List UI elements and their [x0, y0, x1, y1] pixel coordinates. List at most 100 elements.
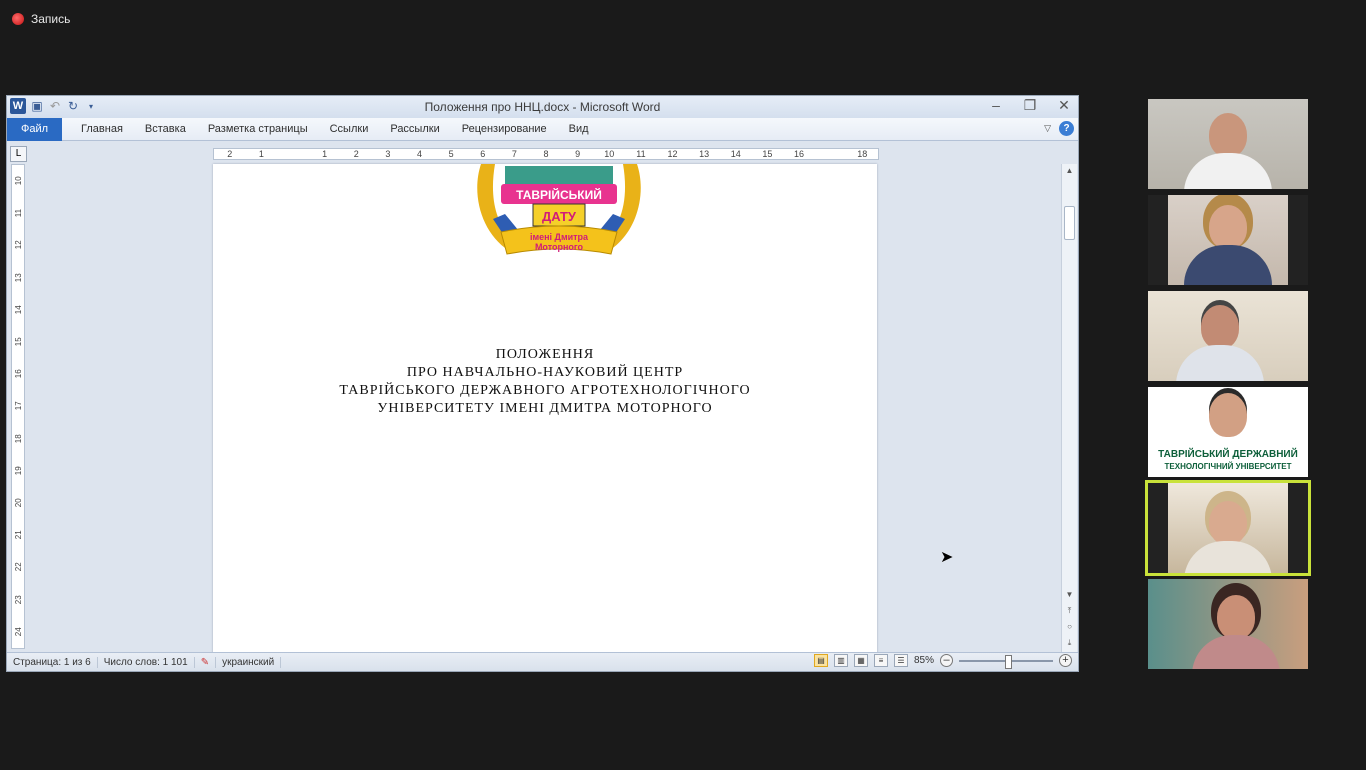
tab-references[interactable]: Ссылки: [319, 123, 380, 135]
record-icon: [12, 13, 24, 25]
participant-body: [1184, 153, 1272, 189]
participant-body: [1184, 541, 1272, 573]
ruler-mark: 24: [13, 627, 23, 637]
next-page-icon[interactable]: ⤓: [1062, 636, 1077, 650]
status-bar: Страница: 1 из 6 Число слов: 1 101 ✎ укр…: [7, 652, 1078, 671]
tab-home[interactable]: Главная: [70, 123, 134, 135]
participant-body: [1184, 245, 1272, 285]
participant-face: [1217, 595, 1255, 639]
tab-view[interactable]: Вид: [558, 123, 600, 135]
tab-page-layout[interactable]: Разметка страницы: [197, 123, 319, 135]
ruler-mark: 1: [322, 149, 328, 159]
recording-indicator: Запись: [12, 12, 70, 26]
ribbon-tabs: Файл Главная Вставка Разметка страницы С…: [7, 117, 1078, 141]
title-line-4: УНІВЕРСИТЕТУ ІМЕНІ ДМИТРА МОТОРНОГО: [377, 401, 713, 416]
ruler-mark: 15: [13, 337, 23, 347]
logo-line1: ТАВРІЙСЬКИЙ: [516, 187, 602, 202]
participant-face: [1209, 393, 1247, 437]
participant-video-3[interactable]: [1148, 291, 1308, 381]
participant-body: [1176, 345, 1264, 381]
prev-page-icon[interactable]: ⤒: [1062, 604, 1077, 618]
outline-icon[interactable]: ≡: [873, 654, 888, 667]
zoom-out-icon[interactable]: –: [940, 654, 953, 667]
zoom-in-icon[interactable]: +: [1059, 654, 1072, 667]
zoom-slider[interactable]: [959, 654, 1053, 669]
tab-file[interactable]: Файл: [7, 117, 63, 141]
participant-video-6[interactable]: [1148, 579, 1308, 669]
ruler-mark: 16: [13, 369, 23, 379]
ruler-mark: 11: [13, 209, 23, 218]
banner-line-2: ТЕХНОЛОГІЧНИЙ УНІВЕРСИТЕТ: [1164, 462, 1292, 471]
horizontal-ruler[interactable]: 2 1 1 2 3 4 5 6 7 8 9 10 11 12 13 14 15 16 18: [213, 148, 879, 160]
scroll-thumb[interactable]: [1064, 206, 1075, 240]
tab-review[interactable]: Рецензирование: [451, 123, 558, 135]
browse-object-icon[interactable]: ○: [1062, 620, 1077, 634]
participant-video-4[interactable]: ТАВРІЙСЬКИЙ ДЕРЖАВНИЙ ТЕХНОЛОГІЧНИЙ УНІВ…: [1148, 387, 1308, 477]
document-page[interactable]: ТАВРІЙСЬКИЙ ДАТУ імені Дмитра Моторного …: [213, 164, 877, 654]
status-word-count[interactable]: Число слов: 1 101: [98, 656, 195, 668]
scroll-down-icon[interactable]: ▼: [1062, 588, 1077, 602]
title-line-3: ТАВРІЙСЬКОГО ДЕРЖАВНОГО АГРОТЕХНОЛОГІЧНО…: [339, 383, 751, 398]
participant-face: [1209, 205, 1247, 249]
participant-body: [1192, 635, 1280, 669]
vertical-ruler[interactable]: 10 11 12 13 14 15 16 17 18 19 20 21 22 23 24: [11, 164, 25, 649]
minimize-icon[interactable]: –: [986, 97, 1006, 114]
title-line-2: ПРО НАВЧАЛЬНО-НАУКОВИЙ ЦЕНТР: [406, 365, 684, 380]
recording-label: Запись: [31, 12, 71, 26]
ruler-mark: 14: [13, 305, 23, 315]
full-screen-reading-icon[interactable]: ▥: [833, 654, 848, 667]
proofing-icon[interactable]: ✎: [195, 656, 217, 668]
help-icon[interactable]: ?: [1059, 121, 1074, 136]
mouse-cursor-icon: ➤: [940, 549, 954, 566]
ruler-mark: 15: [762, 149, 773, 159]
window-controls: – ❐ ✕: [986, 97, 1074, 114]
scroll-up-icon[interactable]: ▲: [1062, 164, 1077, 178]
ruler-mark: 19: [13, 466, 23, 476]
ruler-mark: 16: [794, 149, 805, 159]
draft-icon[interactable]: ☰: [893, 654, 908, 667]
ruler-mark: 10: [13, 176, 23, 186]
ruler-mark: 10: [604, 149, 615, 159]
ruler-mark: 2: [353, 149, 359, 159]
ruler-mark: 2: [227, 149, 233, 159]
participant-video-2[interactable]: [1148, 195, 1308, 285]
participant-face: [1209, 501, 1247, 545]
status-language[interactable]: украинский: [216, 656, 282, 668]
window-title: Положення про ННЦ.docx - Microsoft Word: [424, 100, 661, 114]
title-bar: W ▣ ↶ ↻ ▾ Положення про ННЦ.docx - Micro…: [7, 96, 1078, 118]
tab-insert[interactable]: Вставка: [134, 123, 197, 135]
tab-selector[interactable]: L: [10, 146, 27, 162]
ruler-mark: 13: [13, 273, 23, 283]
tab-mailings[interactable]: Рассылки: [379, 123, 450, 135]
ruler-mark: 3: [385, 149, 391, 159]
expand-ribbon-icon[interactable]: ▽: [1044, 123, 1051, 134]
ruler-mark: 23: [13, 595, 23, 605]
zoom-level[interactable]: 85%: [914, 655, 934, 666]
ruler-mark: 6: [480, 149, 486, 159]
ruler-mark: 12: [13, 241, 23, 250]
word-window: W ▣ ↶ ↻ ▾ Положення про ННЦ.docx - Micro…: [6, 95, 1079, 672]
ruler-mark: 20: [13, 498, 23, 508]
ruler-mark: 17: [13, 402, 23, 411]
ruler-mark: 8: [543, 149, 549, 159]
web-layout-icon[interactable]: ▦: [853, 654, 868, 667]
close-icon[interactable]: ✕: [1054, 97, 1074, 114]
university-logo: ТАВРІЙСЬКИЙ ДАТУ імені Дмитра Моторного: [477, 164, 641, 255]
ruler-mark: 9: [575, 149, 581, 159]
ruler-mark: 7: [511, 149, 517, 159]
status-page[interactable]: Страница: 1 из 6: [7, 656, 98, 668]
participant-video-1[interactable]: [1148, 99, 1308, 189]
restore-icon[interactable]: ❐: [1020, 97, 1040, 114]
logo-line2: ДАТУ: [542, 209, 577, 224]
ruler-mark: 21: [13, 530, 23, 540]
ruler-mark: 5: [448, 149, 454, 159]
print-layout-icon[interactable]: ▤: [813, 654, 828, 667]
logo-line3: імені Дмитра: [530, 232, 589, 242]
document-area: ТАВРІЙСЬКИЙ ДАТУ імені Дмитра Моторного …: [31, 164, 1063, 654]
ruler-mark: 18: [857, 149, 868, 159]
participant-video-5-active[interactable]: [1145, 480, 1311, 576]
ruler-mark: 13: [699, 149, 710, 159]
logo-line4: Моторного: [535, 242, 584, 252]
vertical-scrollbar[interactable]: ▲ ▼ ⤒ ○ ⤓: [1061, 164, 1077, 652]
ruler-mark: 22: [13, 563, 23, 572]
